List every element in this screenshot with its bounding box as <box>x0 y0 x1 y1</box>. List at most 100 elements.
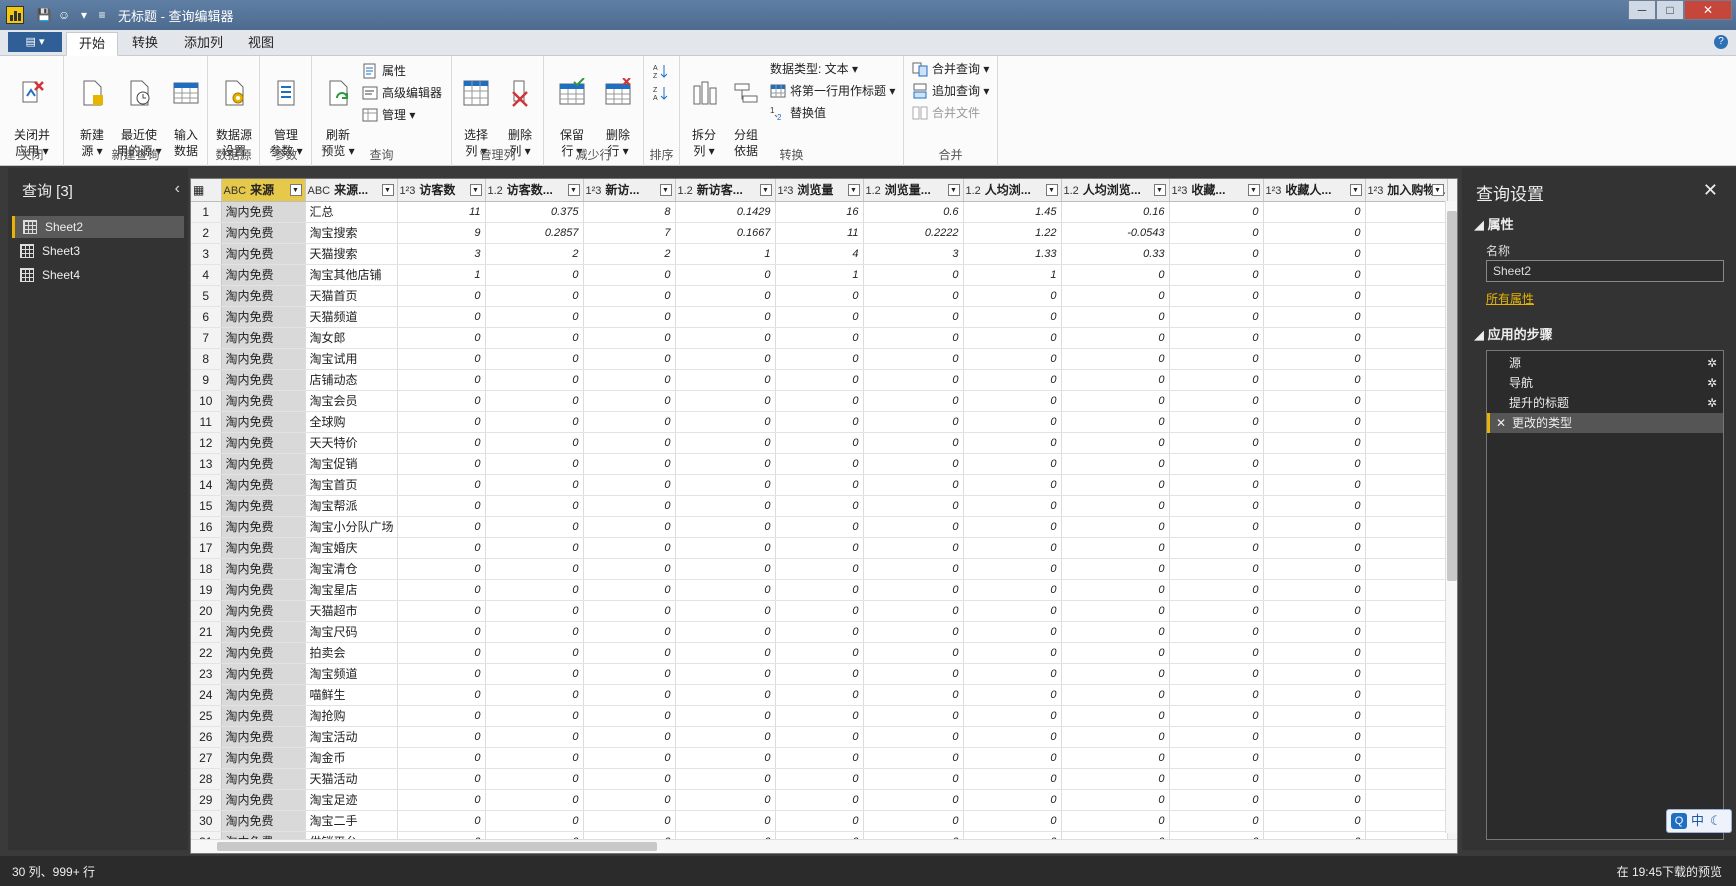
column-header[interactable]: 1²3 加入购物... ▼ <box>1365 179 1448 202</box>
table-cell[interactable]: 0 <box>1169 369 1264 391</box>
table-cell[interactable]: 0 <box>397 726 486 748</box>
table-cell[interactable]: 天天特价 <box>305 432 398 454</box>
table-cell[interactable]: 天猫活动 <box>305 768 398 790</box>
table-cell[interactable]: 淘内免费 <box>221 222 306 244</box>
table-cell[interactable]: 0 <box>675 348 776 370</box>
table-cell[interactable]: 0 <box>775 726 864 748</box>
remove-columns-button[interactable]: 删除 列 ▾ <box>498 60 542 159</box>
table-cell[interactable]: 0 <box>775 621 864 643</box>
table-cell[interactable]: 0 <box>863 537 964 559</box>
column-header[interactable]: 1.2 访客数... ▼ <box>485 179 584 202</box>
table-cell[interactable]: 0 <box>675 285 776 307</box>
column-filter-dropdown-icon[interactable]: ▼ <box>1349 184 1362 196</box>
table-cell[interactable]: 0 <box>1263 222 1366 244</box>
table-cell[interactable] <box>1365 810 1448 832</box>
table-cell[interactable]: 淘抢购 <box>305 705 398 727</box>
row-number[interactable]: 22 <box>191 642 222 664</box>
table-cell[interactable]: 0 <box>485 495 584 517</box>
table-cell[interactable]: 0 <box>397 621 486 643</box>
new-source-button[interactable]: 新建 源 ▾ <box>70 60 114 159</box>
table-cell[interactable]: 0 <box>1061 621 1170 643</box>
table-cell[interactable]: 0 <box>397 600 486 622</box>
table-cell[interactable]: 0 <box>485 390 584 412</box>
table-cell[interactable]: 0 <box>675 390 776 412</box>
table-cell[interactable]: 0 <box>1061 537 1170 559</box>
table-cell[interactable]: 0 <box>1263 201 1366 223</box>
table-cell[interactable]: 0 <box>863 789 964 811</box>
table-cell[interactable]: 0 <box>583 663 676 685</box>
table-cell[interactable]: 0 <box>397 348 486 370</box>
table-cell[interactable]: 0 <box>1263 306 1366 328</box>
table-cell[interactable]: 0 <box>1169 432 1264 454</box>
remove-rows-button[interactable]: 删除 行 ▾ <box>596 60 640 159</box>
table-cell[interactable]: 天猫频道 <box>305 306 398 328</box>
column-header[interactable]: 1.2 浏览量... ▼ <box>863 179 964 202</box>
keep-rows-button[interactable]: 保留 行 ▾ <box>550 60 594 159</box>
table-cell[interactable]: 淘内免费 <box>221 663 306 685</box>
table-cell[interactable]: 淘内免费 <box>221 579 306 601</box>
table-cell[interactable]: 0 <box>863 327 964 349</box>
table-cell[interactable]: 0 <box>583 600 676 622</box>
table-cell[interactable]: 0 <box>775 600 864 622</box>
table-cell[interactable]: 0 <box>397 579 486 601</box>
table-cell[interactable]: 0 <box>675 264 776 286</box>
table-cell[interactable]: 0 <box>1263 768 1366 790</box>
table-cell[interactable]: 0.375 <box>485 201 584 223</box>
table-cell[interactable]: 0 <box>485 411 584 433</box>
collapse-pane-icon[interactable]: ‹ <box>175 180 180 198</box>
table-cell[interactable]: 0 <box>1169 243 1264 265</box>
table-cell[interactable]: 0 <box>583 684 676 706</box>
choose-columns-button[interactable]: 选择 列 ▾ <box>454 60 498 159</box>
table-cell[interactable]: 0 <box>863 495 964 517</box>
table-cell[interactable]: 0 <box>485 642 584 664</box>
row-number[interactable]: 23 <box>191 663 222 685</box>
table-cell[interactable]: 0 <box>1169 789 1264 811</box>
table-cell[interactable] <box>1365 306 1448 328</box>
table-cell[interactable]: 0 <box>485 432 584 454</box>
table-cell[interactable]: 0 <box>1169 516 1264 538</box>
table-cell[interactable]: 9 <box>397 222 486 244</box>
table-cell[interactable]: 0 <box>1263 474 1366 496</box>
row-number[interactable]: 1 <box>191 201 222 223</box>
table-cell[interactable]: 淘内免费 <box>221 201 306 223</box>
table-cell[interactable]: 0 <box>775 453 864 475</box>
column-filter-dropdown-icon[interactable]: ▼ <box>847 184 860 196</box>
undo-dropdown-icon[interactable]: ▾ <box>76 5 92 25</box>
table-cell[interactable] <box>1365 327 1448 349</box>
table-cell[interactable]: 0 <box>583 369 676 391</box>
table-cell[interactable]: 0 <box>775 327 864 349</box>
column-type-icon[interactable]: 1²3 <box>586 185 602 197</box>
table-cell[interactable] <box>1365 537 1448 559</box>
combine-files-button[interactable]: 合并文件 <box>912 104 980 122</box>
row-number[interactable]: 28 <box>191 768 222 790</box>
table-cell[interactable]: 0 <box>963 474 1062 496</box>
table-cell[interactable]: 0 <box>583 285 676 307</box>
table-cell[interactable]: 0 <box>1169 705 1264 727</box>
table-cell[interactable]: 0 <box>485 348 584 370</box>
table-cell[interactable]: 0 <box>1061 327 1170 349</box>
column-type-icon[interactable]: ABC <box>308 185 331 197</box>
table-cell[interactable]: 0 <box>675 306 776 328</box>
table-cell[interactable]: 0 <box>1061 306 1170 328</box>
query-item-sheet2[interactable]: Sheet2 <box>12 216 184 238</box>
vertical-scrollbar[interactable] <box>1445 201 1457 833</box>
row-number[interactable]: 9 <box>191 369 222 391</box>
table-cell[interactable]: 0 <box>1061 348 1170 370</box>
table-cell[interactable]: 0 <box>485 516 584 538</box>
table-cell[interactable]: 0 <box>1169 285 1264 307</box>
table-cell[interactable]: 0.1667 <box>675 222 776 244</box>
properties-button[interactable]: 属性 <box>362 62 406 80</box>
tab-view[interactable]: 视图 <box>236 32 286 56</box>
table-cell[interactable]: 0 <box>963 600 1062 622</box>
table-cell[interactable]: 0 <box>863 390 964 412</box>
table-cell[interactable]: 4 <box>775 243 864 265</box>
table-cell[interactable]: 0 <box>1169 411 1264 433</box>
table-cell[interactable]: 1 <box>963 264 1062 286</box>
table-cell[interactable]: 0 <box>675 621 776 643</box>
table-cell[interactable]: 0 <box>583 747 676 769</box>
table-cell[interactable]: 0 <box>1169 747 1264 769</box>
table-cell[interactable] <box>1365 222 1448 244</box>
table-cell[interactable]: 0 <box>963 726 1062 748</box>
table-cell[interactable]: 0 <box>397 306 486 328</box>
table-cell[interactable]: 0 <box>485 621 584 643</box>
